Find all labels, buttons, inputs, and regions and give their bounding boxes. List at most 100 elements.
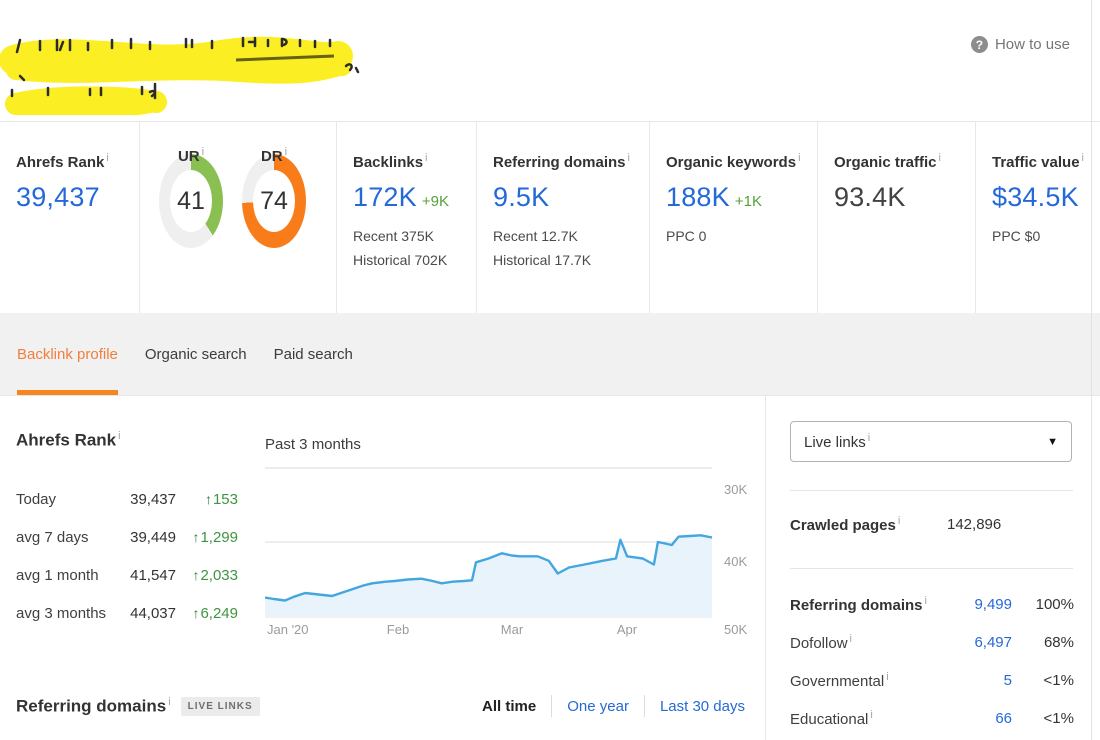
rank-row-label: avg 1 month: [16, 567, 128, 584]
referring-domains-header-row: Referring domainsi LIVE LINKS All time O…: [16, 695, 745, 717]
stat-percent: 100%: [1012, 596, 1074, 613]
info-icon[interactable]: i: [870, 709, 872, 721]
info-icon[interactable]: i: [202, 146, 204, 158]
metric-organic-traffic: Organic traffici 93.4K: [818, 122, 976, 313]
up-arrow-icon: ↑: [192, 605, 199, 621]
svg-text:40K: 40K: [724, 554, 747, 569]
metric-ur-dr: URi 41 DRi 74: [140, 122, 337, 313]
stat-percent: <1%: [1012, 672, 1074, 689]
organic-traffic-value: 93.4K: [834, 182, 906, 212]
list-item: Educationali 66 <1%: [790, 699, 1074, 737]
svg-text:50K: 50K: [724, 622, 747, 637]
info-icon[interactable]: i: [285, 146, 287, 158]
metric-organic-keywords: Organic keywordsi 188K +1K PPC 0: [650, 122, 818, 313]
metric-referring-domains: Referring domainsi 9.5K Recent 12.7K His…: [477, 122, 650, 313]
organic-keywords-label: Organic keywords: [666, 154, 796, 171]
list-item: Dofollowi 6,497 68%: [790, 623, 1074, 661]
list-item: Referring domainsi 9,499 100%: [790, 585, 1074, 623]
info-icon[interactable]: i: [798, 152, 800, 164]
up-arrow-icon: ↑: [205, 491, 212, 507]
ur-gauge: URi 41: [158, 146, 224, 248]
table-row: avg 3 months 44,037 ↑6,249: [16, 594, 238, 632]
info-icon[interactable]: i: [886, 671, 888, 683]
stat-value-link[interactable]: 5: [950, 672, 1012, 689]
info-icon[interactable]: i: [850, 633, 852, 645]
info-icon[interactable]: i: [118, 430, 120, 442]
live-links-select[interactable]: Live linksi ▼: [790, 421, 1072, 462]
metric-backlinks: Backlinksi 172K+9K Recent 375K Historica…: [337, 122, 477, 313]
referring-domains-historical: Historical 17.7K: [493, 252, 641, 268]
metrics-row: Ahrefs Ranki 39,437 URi 41 DRi 74 Backli…: [0, 121, 1100, 313]
chart-title: Past 3 months: [265, 436, 757, 453]
backlinks-historical: Historical 702K: [353, 252, 468, 268]
rank-row-label: avg 7 days: [16, 529, 128, 546]
up-arrow-icon: ↑: [192, 567, 199, 583]
svg-text:30K: 30K: [724, 482, 747, 497]
svg-text:Feb: Feb: [387, 622, 409, 637]
rank-row-value: 39,437: [128, 491, 176, 508]
rank-row-change: 2,033: [200, 567, 238, 584]
stat-label: Referring domains: [790, 597, 923, 614]
organic-keywords-value[interactable]: 188K: [666, 182, 730, 212]
chevron-down-icon: ▼: [1047, 436, 1058, 448]
info-icon[interactable]: i: [168, 696, 170, 708]
rank-row-label: avg 3 months: [16, 605, 128, 622]
traffic-value-value[interactable]: $34.5K: [992, 182, 1079, 212]
info-icon[interactable]: i: [1082, 152, 1084, 164]
info-icon[interactable]: i: [868, 432, 870, 444]
stat-label: Governmental: [790, 673, 884, 690]
stat-value-link[interactable]: 66: [950, 710, 1012, 727]
list-item: Governmentali 5 <1%: [790, 661, 1074, 699]
referring-domains-section-title: Referring domains: [16, 696, 166, 715]
tab-bar: Backlink profile Organic search Paid sea…: [0, 313, 1100, 396]
info-icon[interactable]: i: [106, 152, 108, 164]
time-filters: All time One year Last 30 days: [482, 695, 745, 717]
filter-divider: [551, 695, 552, 717]
svg-text:Jan '20: Jan '20: [267, 622, 309, 637]
metric-traffic-value: Traffic valuei $34.5K PPC $0: [976, 122, 1100, 313]
rank-row-value: 39,449: [128, 529, 176, 546]
tab-paid-search[interactable]: Paid search: [274, 313, 353, 395]
crawled-pages-value: 142,896: [947, 516, 1001, 533]
ur-donut-chart: 41: [159, 154, 223, 248]
dr-gauge: DRi 74: [241, 146, 307, 248]
info-icon[interactable]: i: [939, 152, 941, 164]
stat-value-link[interactable]: 6,497: [950, 634, 1012, 651]
stat-value-link[interactable]: 9,499: [950, 596, 1012, 613]
divider: [790, 490, 1073, 491]
tab-backlink-profile[interactable]: Backlink profile: [17, 313, 118, 395]
organic-keywords-delta: +1K: [735, 193, 762, 210]
info-icon[interactable]: i: [925, 595, 927, 607]
up-arrow-icon: ↑: [192, 529, 199, 545]
backlinks-label: Backlinks: [353, 154, 423, 171]
referring-domains-recent: Recent 12.7K: [493, 228, 641, 244]
organic-keywords-ppc: PPC 0: [666, 228, 809, 244]
filter-all-time[interactable]: All time: [482, 698, 536, 715]
info-icon[interactable]: i: [425, 152, 427, 164]
referring-domains-label: Referring domains: [493, 154, 626, 171]
how-to-use-link[interactable]: ? How to use: [971, 36, 1070, 53]
tab-organic-search[interactable]: Organic search: [145, 313, 247, 395]
info-icon[interactable]: i: [898, 515, 900, 527]
rank-row-label: Today: [16, 491, 128, 508]
table-row: avg 7 days 39,449 ↑1,299: [16, 518, 238, 556]
filter-one-year[interactable]: One year: [567, 698, 629, 715]
ahrefs-rank-value[interactable]: 39,437: [16, 182, 100, 212]
rank-section-title: Ahrefs Rank: [16, 431, 116, 450]
rank-trend-chart: Past 3 months 30K40K50KJan '20FebMarApr: [265, 436, 757, 642]
referring-domains-value[interactable]: 9.5K: [493, 182, 549, 212]
content-area: Ahrefs Ranki Today 39,437 ↑153 avg 7 day…: [0, 396, 1100, 740]
domain-stats-list: Referring domainsi 9,499 100% Dofollowi …: [790, 585, 1074, 737]
crawled-pages-label: Crawled pages: [790, 517, 896, 534]
organic-traffic-label: Organic traffic: [834, 154, 937, 171]
crawled-pages-row: Crawled pagesi 142,896: [790, 515, 1074, 534]
ur-value: 41: [159, 154, 223, 248]
rank-row-value: 44,037: [128, 605, 176, 622]
info-icon[interactable]: i: [628, 152, 630, 164]
backlinks-value[interactable]: 172K: [353, 182, 417, 212]
metric-ahrefs-rank: Ahrefs Ranki 39,437: [0, 122, 140, 313]
filter-last-30-days[interactable]: Last 30 days: [660, 698, 745, 715]
backlinks-delta: +9K: [422, 193, 449, 210]
dr-label: DR: [261, 148, 283, 165]
rank-row-value: 41,547: [128, 567, 176, 584]
